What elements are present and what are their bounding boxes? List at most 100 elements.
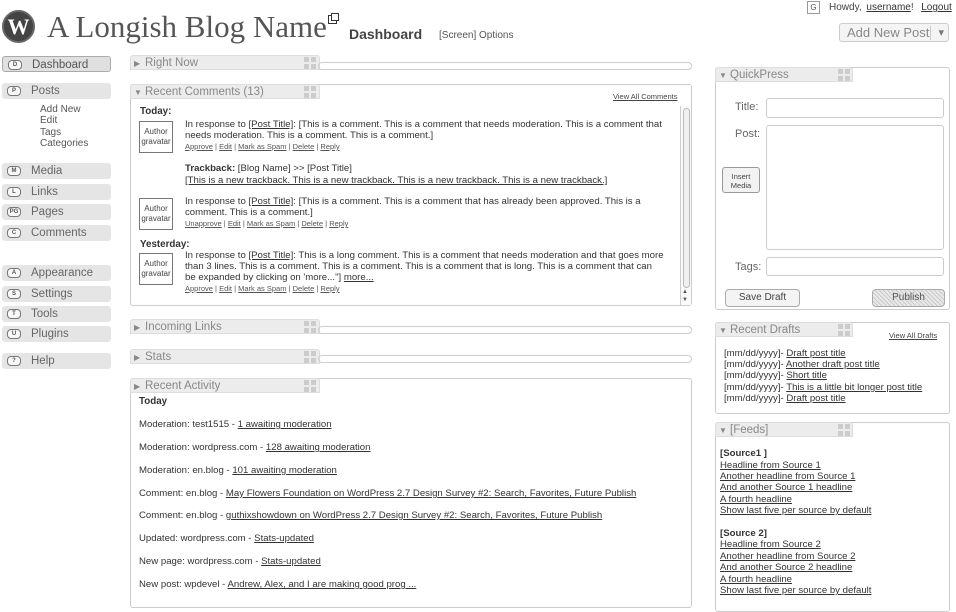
- feed-headline-link[interactable]: Headline from Source 1: [720, 460, 821, 471]
- view-all-drafts-link[interactable]: View All Drafts: [889, 331, 937, 340]
- sidebar-item-appearance[interactable]: A Appearance: [2, 265, 111, 281]
- stats-header[interactable]: ▶ Stats: [130, 349, 320, 364]
- mark-spam-link[interactable]: Mark as Spam: [247, 219, 295, 228]
- feed-headline-link[interactable]: Headline from Source 2: [720, 539, 821, 550]
- right-now-header[interactable]: ▶ Right Now: [130, 55, 320, 70]
- post-title-link[interactable]: [Post Title]: [248, 250, 293, 261]
- post-textarea[interactable]: [766, 125, 944, 250]
- drag-handle-icon[interactable]: [304, 351, 316, 363]
- feed-show-more-link[interactable]: Show last five per source by default: [720, 585, 871, 596]
- scroll-down-icon[interactable]: ▼: [682, 297, 688, 303]
- sidebar-item-pages[interactable]: PG Pages: [2, 204, 111, 220]
- sidebar-sub-categories[interactable]: Categories: [40, 138, 88, 149]
- triangle-down-icon[interactable]: ▼: [134, 86, 142, 100]
- screen-options-link[interactable]: [Screen] Options: [439, 30, 513, 41]
- drag-handle-icon[interactable]: [304, 321, 316, 333]
- scrollbar-thumb[interactable]: [683, 108, 690, 288]
- approve-link[interactable]: Approve: [185, 142, 213, 151]
- sidebar-item-tools[interactable]: T Tools: [2, 306, 111, 322]
- activity-link[interactable]: Stats-updated: [254, 533, 314, 544]
- triangle-down-icon[interactable]: ▼: [719, 424, 727, 438]
- draft-link[interactable]: Draft post title: [786, 393, 845, 404]
- recent-comments-header[interactable]: ▼ Recent Comments (13): [130, 84, 320, 99]
- delete-link[interactable]: Delete: [293, 284, 315, 293]
- wordpress-logo[interactable]: W: [2, 10, 35, 43]
- recent-activity-header[interactable]: ▶ Recent Activity: [130, 378, 320, 393]
- activity-link[interactable]: guthixshowdown on WordPress 2.7 Design S…: [226, 510, 602, 521]
- sidebar-sub-edit[interactable]: Edit: [40, 115, 57, 126]
- logout-link[interactable]: Logout: [921, 2, 952, 13]
- drag-handle-icon[interactable]: [304, 86, 316, 98]
- sidebar-item-posts[interactable]: P Posts: [2, 83, 111, 99]
- publish-button[interactable]: Publish: [872, 289, 945, 307]
- reply-link[interactable]: Reply: [329, 219, 348, 228]
- edit-link[interactable]: Edit: [219, 142, 232, 151]
- title-input[interactable]: [766, 98, 944, 118]
- drag-handle-icon[interactable]: [838, 324, 850, 336]
- feed-headline-link[interactable]: A fourth headline: [720, 574, 792, 585]
- triangle-right-icon[interactable]: ▶: [134, 57, 140, 71]
- draft-link[interactable]: Draft post title: [786, 348, 845, 359]
- tags-input[interactable]: [766, 257, 944, 276]
- chevron-down-icon[interactable]: ▾: [938, 26, 944, 39]
- drag-handle-icon[interactable]: [304, 57, 316, 69]
- draft-link[interactable]: Another draft post title: [786, 359, 880, 370]
- sidebar-item-help[interactable]: ? Help: [2, 353, 111, 369]
- external-link-icon[interactable]: [328, 13, 339, 24]
- incoming-links-header[interactable]: ▶ Incoming Links: [130, 319, 320, 334]
- triangle-right-icon[interactable]: ▶: [134, 380, 140, 394]
- insert-media-button[interactable]: Insert Media: [722, 167, 760, 193]
- sidebar-item-links[interactable]: L Links: [2, 184, 111, 200]
- edit-link[interactable]: Edit: [219, 284, 232, 293]
- reply-link[interactable]: Reply: [320, 142, 339, 151]
- feed-headline-link[interactable]: And another Source 1 headline: [720, 482, 852, 493]
- triangle-right-icon[interactable]: ▶: [134, 321, 140, 335]
- triangle-down-icon[interactable]: ▼: [719, 324, 727, 338]
- recent-drafts-header[interactable]: ▼ Recent Drafts: [715, 322, 853, 337]
- feed-headline-link[interactable]: And another Source 2 headline: [720, 562, 852, 573]
- activity-link[interactable]: May Flowers Foundation on WordPress 2.7 …: [226, 488, 636, 499]
- view-all-comments-link[interactable]: View All Comments: [613, 92, 677, 101]
- sidebar-item-plugins[interactable]: U Plugins: [2, 326, 111, 342]
- draft-link[interactable]: This is a little bit longer post title: [786, 382, 922, 393]
- activity-link[interactable]: 101 awaiting moderation: [232, 465, 337, 476]
- delete-link[interactable]: Delete: [293, 142, 315, 151]
- triangle-right-icon[interactable]: ▶: [134, 351, 140, 365]
- activity-link[interactable]: Andrew, Alex, and I are making good prog…: [228, 579, 417, 590]
- activity-link[interactable]: Stats-updated: [261, 556, 321, 567]
- drag-handle-icon[interactable]: [838, 424, 850, 436]
- feed-headline-link[interactable]: A fourth headline: [720, 494, 792, 505]
- username-link[interactable]: username: [866, 2, 910, 13]
- triangle-down-icon[interactable]: ▼: [719, 69, 727, 83]
- add-new-post-button[interactable]: Add New Post ▾: [839, 23, 949, 42]
- feed-headline-link[interactable]: Another headline from Source 1: [720, 471, 855, 482]
- blog-name[interactable]: A Longish Blog Name: [47, 9, 327, 45]
- drag-handle-icon[interactable]: [838, 69, 850, 81]
- quickpress-header[interactable]: ▼ QuickPress: [715, 67, 853, 82]
- sidebar-sub-tags[interactable]: Tags: [40, 127, 61, 138]
- drag-handle-icon[interactable]: [304, 380, 316, 392]
- feed-show-more-link[interactable]: Show last five per source by default: [720, 505, 871, 516]
- approve-link[interactable]: Approve: [185, 284, 213, 293]
- sidebar-sub-add-new[interactable]: Add New: [40, 104, 81, 115]
- mark-spam-link[interactable]: Mark as Spam: [238, 284, 286, 293]
- sidebar-item-settings[interactable]: S Settings: [2, 286, 111, 302]
- trackback-link[interactable]: [This is a new trackback. This is a new …: [185, 175, 607, 186]
- sidebar-item-dashboard[interactable]: D Dashboard: [2, 56, 111, 72]
- delete-link[interactable]: Delete: [301, 219, 323, 228]
- post-title-link[interactable]: [Post Title]: [248, 196, 293, 207]
- feeds-header[interactable]: ▼ [Feeds]: [715, 422, 853, 437]
- scroll-up-icon[interactable]: ▲: [682, 289, 688, 295]
- sidebar-item-media[interactable]: M Media: [2, 163, 111, 179]
- comments-scrollbar[interactable]: ▲ ▼: [680, 106, 691, 305]
- mark-spam-link[interactable]: Mark as Spam: [238, 142, 286, 151]
- unapprove-link[interactable]: Unapprove: [185, 219, 222, 228]
- reply-link[interactable]: Reply: [320, 284, 339, 293]
- sidebar-item-comments[interactable]: C Comments: [2, 225, 111, 241]
- post-title-link[interactable]: [Post Title]: [248, 119, 293, 130]
- activity-link[interactable]: 128 awaiting moderation: [266, 442, 371, 453]
- feed-headline-link[interactable]: Another headline from Source 2: [720, 551, 855, 562]
- edit-link[interactable]: Edit: [228, 219, 241, 228]
- draft-link[interactable]: Short title: [786, 370, 827, 381]
- activity-link[interactable]: 1 awaiting moderation: [238, 419, 332, 430]
